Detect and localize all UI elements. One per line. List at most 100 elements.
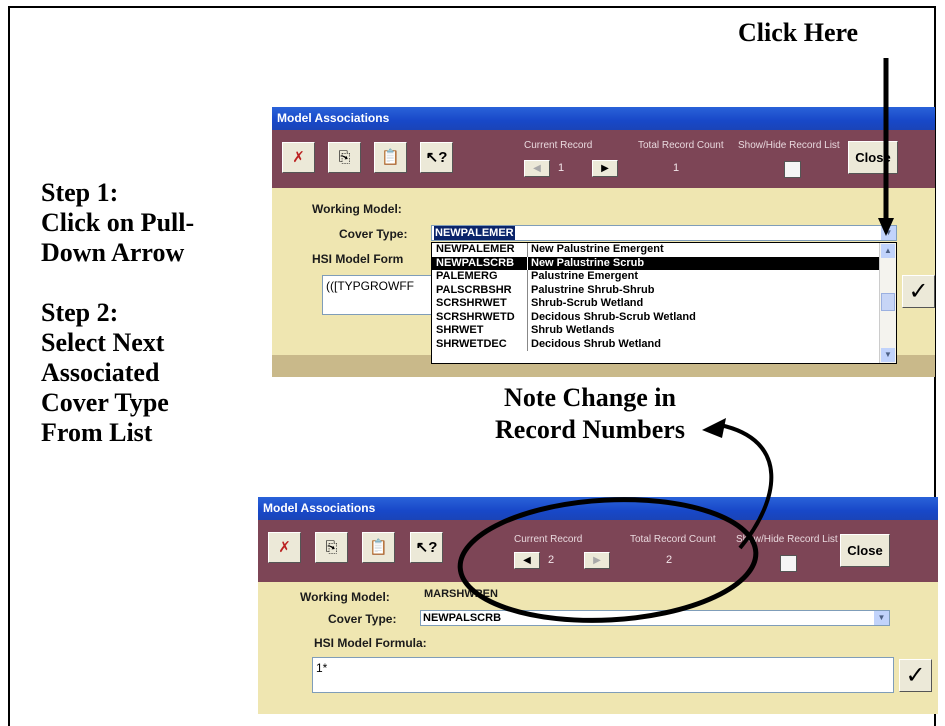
- step-line: From List: [41, 418, 153, 447]
- dropdown-arrow-button[interactable]: ▼: [881, 226, 896, 240]
- next-record-button[interactable]: ▶: [592, 160, 618, 177]
- hsi-formula-label: HSI Model Form: [312, 252, 404, 266]
- hsi-formula-text: 1*: [316, 661, 328, 675]
- hsi-formula-textarea[interactable]: (([TYPGROWFF: [322, 275, 442, 315]
- show-hide-label: Show/Hide Record List: [738, 140, 840, 151]
- paste-icon: 📋: [381, 149, 400, 166]
- hsi-formula-textarea[interactable]: 1*: [312, 657, 894, 693]
- scroll-up-button[interactable]: ▲: [881, 244, 895, 258]
- item-code: PALSCRBSHR: [436, 283, 512, 296]
- checkmark-icon: ✓: [908, 278, 929, 305]
- previous-record-button[interactable]: ◀: [514, 552, 540, 569]
- item-code: SHRWET: [436, 324, 484, 336]
- click-here-annotation: Click Here: [738, 18, 859, 47]
- item-code: NEWPALEMER: [436, 243, 515, 255]
- copy-icon: ⎘: [325, 539, 338, 556]
- current-record-value: 1: [558, 162, 565, 174]
- dropdown-scrollbar[interactable]: ▲ ▼: [879, 243, 896, 363]
- record-toolbar: ✗ ⎘ 📋 ↖? Current Record Total Record Cou…: [258, 520, 938, 582]
- delete-record-button[interactable]: ✗: [268, 532, 301, 563]
- copy-button[interactable]: ⎘: [328, 142, 361, 173]
- show-hide-record-list-checkbox[interactable]: [780, 555, 797, 572]
- note-line: Note Change in: [504, 383, 676, 412]
- dialog-title: Model Associations: [258, 497, 938, 520]
- note-annotation: Note Change in Record Numbers: [470, 382, 710, 446]
- cover-type-label: Cover Type:: [339, 227, 408, 241]
- total-record-label: Total Record Count: [638, 140, 724, 151]
- item-name: Shrub Wetlands: [527, 324, 615, 338]
- total-record-value: 1: [673, 162, 680, 174]
- show-hide-label: Show/Hide Record List: [736, 534, 838, 545]
- hsi-formula-text: (([TYPGROWFF: [326, 279, 414, 293]
- item-code: NEWPALSCRB: [436, 256, 515, 269]
- record-toolbar: ✗ ⎘ 📋 ↖? Current Record Total Record Cou…: [272, 130, 935, 188]
- total-record-label: Total Record Count: [630, 534, 716, 545]
- paste-button[interactable]: 📋: [362, 532, 395, 563]
- dropdown-item[interactable]: NEWPALEMER New Palustrine Emergent: [432, 243, 896, 257]
- delete-record-button[interactable]: ✗: [282, 142, 315, 173]
- cover-type-combobox[interactable]: NEWPALSCRB ▼: [420, 610, 890, 626]
- item-name: Decidous Shrub-Scrub Wetland: [527, 310, 696, 324]
- step-line: Cover Type: [41, 388, 169, 417]
- left-arrow-icon: ◀: [523, 555, 531, 566]
- cover-type-combobox[interactable]: NEWPALEMER ▼: [431, 225, 897, 241]
- item-code: SHRWETDEC: [436, 337, 507, 350]
- dialog-title: Model Associations: [272, 107, 935, 130]
- steps-annotation: Step 1: Click on Pull- Down Arrow Step 2…: [41, 178, 246, 448]
- item-code: SCRSHRWETD: [436, 310, 515, 323]
- paste-icon: 📋: [369, 539, 388, 556]
- note-line: Record Numbers: [495, 415, 685, 444]
- dropdown-item[interactable]: SCRSHRWETD Decidous Shrub-Scrub Wetland: [432, 310, 896, 324]
- copy-icon: ⎘: [338, 149, 351, 166]
- item-name: Palustrine Shrub-Shrub: [527, 283, 654, 297]
- close-button[interactable]: Close: [840, 534, 890, 567]
- dropdown-arrow-button[interactable]: ▼: [874, 611, 889, 625]
- dropdown-item[interactable]: PALEMERG Palustrine Emergent: [432, 270, 896, 284]
- paste-button[interactable]: 📋: [374, 142, 407, 173]
- item-code: SCRSHRWET: [436, 297, 507, 309]
- close-button[interactable]: Close: [848, 141, 898, 174]
- scroll-down-button[interactable]: ▼: [881, 348, 895, 362]
- checkmark-icon: ✓: [905, 662, 926, 689]
- step-line: Associated: [41, 358, 160, 387]
- previous-record-button[interactable]: ◀: [524, 160, 550, 177]
- dropdown-item-selected[interactable]: NEWPALSCRB New Palustrine Scrub: [432, 256, 896, 270]
- apply-button[interactable]: ✓: [902, 275, 935, 308]
- item-code: PALEMERG: [436, 270, 498, 282]
- dropdown-item[interactable]: SHRWETDEC Decidous Shrub Wetland: [432, 337, 896, 351]
- cover-type-dropdown-list[interactable]: NEWPALEMER New Palustrine Emergent NEWPAL…: [431, 242, 897, 364]
- current-record-label: Current Record: [514, 534, 583, 545]
- dropdown-item[interactable]: SHRWET Shrub Wetlands: [432, 324, 896, 338]
- dropdown-item[interactable]: SCRSHRWET Shrub-Scrub Wetland: [432, 297, 896, 311]
- copy-button[interactable]: ⎘: [315, 532, 348, 563]
- step-line: Step 1:: [41, 178, 119, 207]
- apply-button[interactable]: ✓: [899, 659, 932, 692]
- chevron-down-icon: ▼: [877, 613, 886, 622]
- help-button[interactable]: ↖?: [420, 142, 453, 173]
- step-line: Select Next: [41, 328, 165, 357]
- item-name: New Palustrine Scrub: [527, 256, 644, 270]
- scroll-thumb[interactable]: [881, 293, 895, 311]
- next-record-button[interactable]: ▶: [584, 552, 610, 569]
- right-arrow-icon: ▶: [601, 163, 609, 174]
- help-button[interactable]: ↖?: [410, 532, 443, 563]
- working-model-label: Working Model:: [300, 590, 390, 604]
- cover-type-label: Cover Type:: [328, 612, 397, 626]
- step-line: Down Arrow: [41, 238, 185, 267]
- cover-type-value: NEWPALSCRB: [423, 612, 502, 624]
- item-name: Palustrine Emergent: [527, 270, 638, 284]
- total-record-value: 2: [666, 554, 673, 566]
- delete-record-icon: ✗: [292, 149, 305, 166]
- model-associations-dialog-after: Model Associations ✗ ⎘ 📋 ↖? Current Reco…: [258, 497, 938, 714]
- step-line: Step 2:: [41, 298, 119, 327]
- right-arrow-icon: ▶: [593, 555, 601, 566]
- chevron-up-icon: ▲: [884, 246, 892, 255]
- item-name: Decidous Shrub Wetland: [527, 337, 661, 351]
- dropdown-item[interactable]: PALSCRBSHR Palustrine Shrub-Shrub: [432, 283, 896, 297]
- show-hide-record-list-checkbox[interactable]: [784, 161, 801, 178]
- chevron-down-icon: ▼: [884, 228, 893, 237]
- cover-type-value: NEWPALEMER: [434, 226, 515, 240]
- step-line: Click on Pull-: [41, 208, 195, 237]
- working-model-value: MARSHWREN: [424, 588, 498, 600]
- whats-this-help-icon: ↖?: [415, 539, 438, 556]
